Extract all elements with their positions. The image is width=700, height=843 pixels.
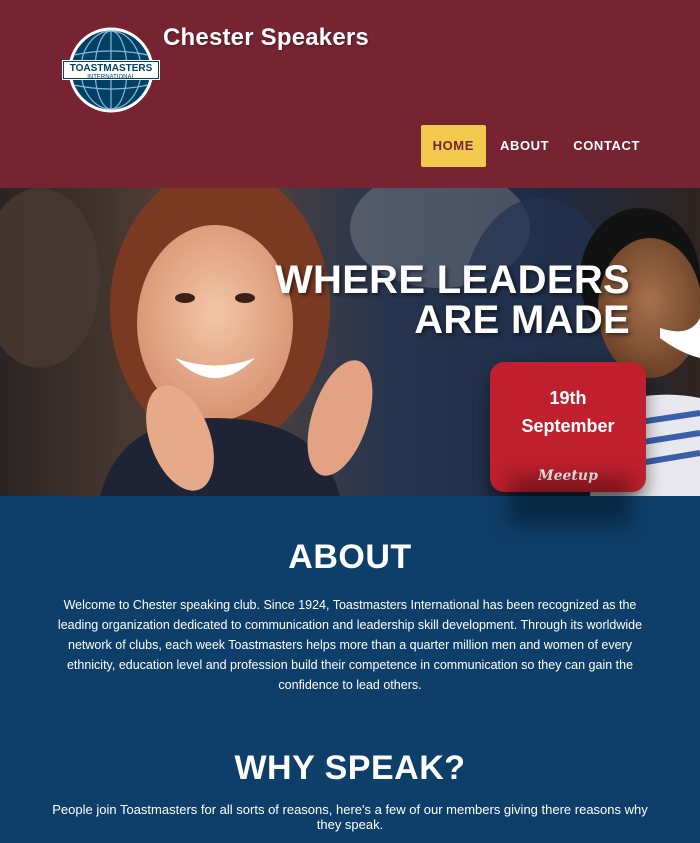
event-day: 19th [549, 388, 587, 408]
about-body: Welcome to Chester speaking club. Since … [57, 598, 643, 692]
why-speak-title: WHY SPEAK? [234, 749, 466, 787]
logo-text-top: TOASTMASTERS [70, 63, 153, 74]
nav-about[interactable]: ABOUT [488, 125, 561, 167]
event-card-shadow [508, 476, 632, 526]
event-date: 19th September [490, 384, 646, 440]
meetup-event-card[interactable]: 19th September Meetup [490, 362, 646, 492]
toastmasters-logo[interactable]: TOASTMASTERS INTERNATIONAL [62, 27, 160, 113]
logo-text-bottom: INTERNATIONAL [87, 75, 135, 81]
nav-home[interactable]: HOME [420, 125, 486, 167]
site-title[interactable]: Chester Speakers [163, 24, 369, 52]
hero-headline-line2: ARE MADE [414, 298, 630, 342]
why-speak-section: WHY SPEAK? People join Toastmasters for … [0, 695, 700, 832]
nav-contact[interactable]: CONTACT [561, 125, 652, 167]
about-title: ABOUT [288, 538, 412, 576]
hero-headline-line1: WHERE LEADERS [274, 258, 630, 302]
hero-banner: WHERE LEADERS ARE MADE 19th September Me… [0, 188, 700, 496]
event-month: September [521, 416, 615, 436]
hero-headline: WHERE LEADERS ARE MADE [275, 260, 630, 340]
why-speak-body: People join Toastmasters for all sorts o… [52, 802, 648, 832]
site-header: TOASTMASTERS INTERNATIONAL Chester Speak… [0, 0, 700, 188]
main-nav: HOME ABOUT CONTACT [420, 125, 652, 167]
